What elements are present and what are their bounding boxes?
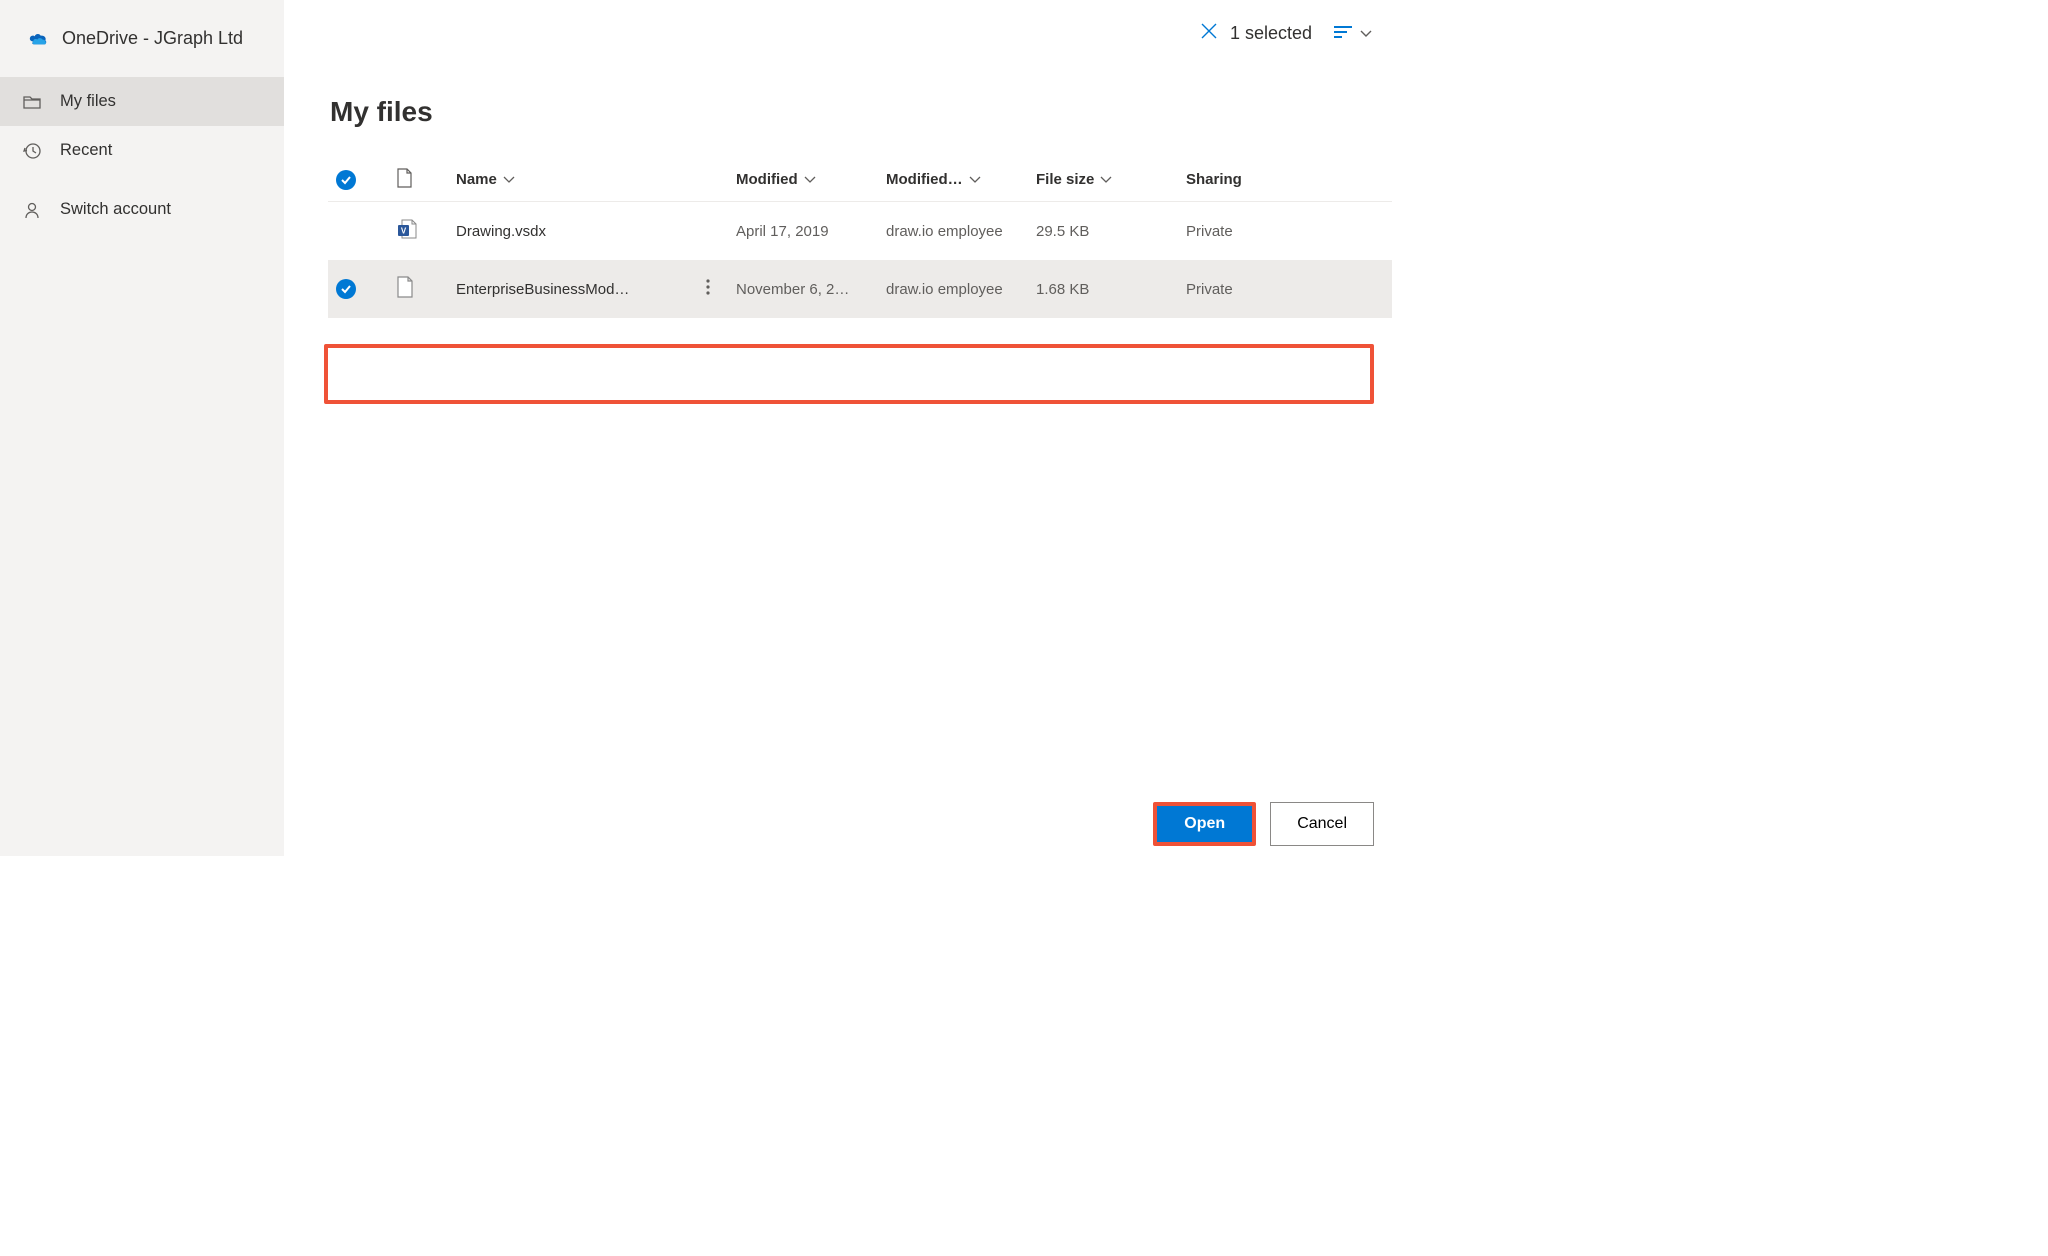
checkmark-icon [336, 170, 356, 190]
footer: Open Cancel [1153, 792, 1396, 856]
vertical-dots-icon [706, 279, 710, 295]
sidebar-item-label: Switch account [60, 200, 171, 219]
more-actions-button[interactable] [704, 277, 712, 301]
main: 1 selected My files [284, 0, 1396, 856]
annotation-highlight: Open [1153, 802, 1256, 846]
nav-list: My files Recent Switch account [0, 77, 284, 234]
sidebar-item-my-files[interactable]: My files [0, 77, 284, 126]
file-name: EnterpriseBusinessMod… [456, 281, 629, 298]
person-icon [22, 201, 42, 219]
close-icon [1200, 22, 1218, 45]
selection-count: 1 selected [1230, 23, 1312, 44]
sidebar-item-label: Recent [60, 141, 112, 160]
cancel-button[interactable]: Cancel [1270, 802, 1374, 846]
topbar: 1 selected [284, 0, 1396, 52]
view-options-button[interactable] [1328, 21, 1378, 46]
column-label: Modified… [886, 171, 963, 188]
table-row[interactable]: EnterpriseBusinessMod… November 6, 2… dr… [328, 260, 1392, 318]
svg-text:V: V [401, 227, 407, 236]
row-checkbox[interactable] [336, 279, 396, 299]
sidebar-item-label: My files [60, 92, 116, 111]
brand-title: OneDrive - JGraph Ltd [62, 28, 243, 49]
chevron-down-icon [503, 171, 515, 188]
file-size: 29.5 KB [1036, 223, 1186, 240]
sidebar: OneDrive - JGraph Ltd My files Recent [0, 0, 284, 856]
file-sharing: Private [1186, 281, 1384, 298]
folder-icon [22, 95, 42, 109]
chevron-down-icon [969, 171, 981, 188]
annotation-highlight [324, 344, 1374, 404]
file-type-header-icon[interactable] [396, 168, 456, 192]
select-all-cell[interactable] [336, 170, 396, 190]
sidebar-item-recent[interactable]: Recent [0, 126, 284, 175]
file-modified-by: draw.io employee [886, 281, 1036, 298]
recent-icon [22, 142, 42, 160]
file-modified-by: draw.io employee [886, 223, 1036, 240]
file-name: Drawing.vsdx [456, 223, 546, 240]
chevron-down-icon [1360, 25, 1372, 41]
column-label: File size [1036, 171, 1094, 188]
column-label: Sharing [1186, 171, 1242, 188]
onedrive-icon [28, 29, 48, 49]
file-modified: April 17, 2019 [736, 223, 886, 240]
visio-file-icon: V [396, 218, 456, 244]
column-label: Modified [736, 171, 798, 188]
checkmark-icon [336, 279, 356, 299]
column-label: Name [456, 171, 497, 188]
file-sharing: Private [1186, 223, 1384, 240]
file-table: Name Modified Modified… File size Sharin… [328, 158, 1392, 318]
file-name-cell[interactable]: EnterpriseBusinessMod… [456, 277, 736, 301]
column-header-modified[interactable]: Modified [736, 171, 886, 188]
table-header-row: Name Modified Modified… File size Sharin… [328, 158, 1392, 202]
chevron-down-icon [1100, 171, 1112, 188]
file-size: 1.68 KB [1036, 281, 1186, 298]
list-lines-icon [1334, 25, 1354, 42]
clear-selection-button[interactable]: 1 selected [1194, 18, 1318, 49]
chevron-down-icon [804, 171, 816, 188]
column-header-size[interactable]: File size [1036, 171, 1186, 188]
file-modified: November 6, 2… [736, 281, 886, 298]
column-header-sharing[interactable]: Sharing [1186, 171, 1384, 188]
nav-spacer [0, 175, 284, 185]
generic-file-icon [396, 276, 456, 302]
table-row[interactable]: V Drawing.vsdx April 17, 2019 draw.io em… [328, 202, 1392, 260]
page-title: My files [284, 52, 1396, 158]
brand: OneDrive - JGraph Ltd [0, 18, 284, 77]
sidebar-item-switch-account[interactable]: Switch account [0, 185, 284, 234]
column-header-modified-by[interactable]: Modified… [886, 171, 1036, 188]
file-name-cell[interactable]: Drawing.vsdx [456, 223, 736, 240]
column-header-name[interactable]: Name [456, 171, 736, 188]
open-button[interactable]: Open [1157, 806, 1252, 842]
